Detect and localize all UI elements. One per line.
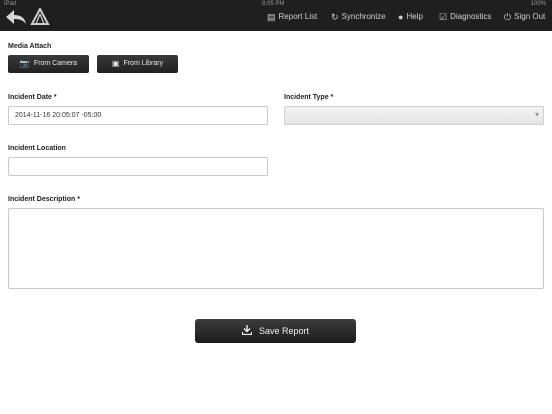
status-bar: iPad 8:05 PM 100% <box>0 0 552 8</box>
from-camera-label: From Camera <box>33 60 78 67</box>
camera-icon: 📷 <box>19 59 30 68</box>
diagnostics-icon: ☑ <box>439 12 448 22</box>
from-camera-button[interactable]: 📷 From Camera <box>8 55 89 73</box>
report-list-icon: ▤ <box>267 12 276 22</box>
save-report-button[interactable]: Save Report <box>195 319 356 343</box>
incident-location-label: Incident Location <box>8 145 66 152</box>
carrier-label: iPad <box>4 1 17 7</box>
incident-date-label: Incident Date * <box>8 94 57 101</box>
nav-help[interactable]: ● Help <box>398 11 423 23</box>
nav-synchronize-label: Synchronize <box>341 12 386 21</box>
back-arrow-icon[interactable] <box>5 9 27 25</box>
nav-help-label: Help <box>406 12 423 21</box>
sign-out-icon: ⏻ <box>504 12 512 22</box>
help-icon: ● <box>398 12 404 22</box>
nav-diagnostics-label: Diagnostics <box>450 12 492 21</box>
incident-description-field[interactable] <box>8 208 544 289</box>
nav-sign-out-label: Sign Out <box>514 12 546 21</box>
incident-description-label: Incident Description * <box>8 196 80 203</box>
image-icon: ▣ <box>111 59 120 68</box>
top-bar: iPad 8:05 PM 100% ▤ Report List ↻ Synchr… <box>0 0 552 31</box>
nav-report-list-label: Report List <box>278 12 318 21</box>
incident-date-field[interactable]: 2014-11-16 20:05:07 -05:00 <box>8 106 268 125</box>
nav-sign-out[interactable]: ⏻ Sign Out <box>504 11 545 23</box>
nav-diagnostics[interactable]: ☑ Diagnostics <box>439 11 491 23</box>
nav-report-list[interactable]: ▤ Report List <box>267 11 317 23</box>
incident-type-select[interactable]: ▾ <box>284 106 544 125</box>
media-attach-label: Media Attach <box>8 43 52 50</box>
nav-synchronize[interactable]: ↻ Synchronize <box>331 11 386 23</box>
save-report-label: Save Report <box>258 326 310 336</box>
incident-location-field[interactable] <box>8 157 268 176</box>
sync-icon: ↻ <box>331 12 339 22</box>
app-logo-icon <box>30 6 50 26</box>
time-label: 8:05 PM <box>262 1 285 7</box>
battery-label: 100% <box>530 1 546 7</box>
chevron-down-icon: ▾ <box>534 110 539 119</box>
from-library-label: From Library <box>123 60 164 67</box>
from-library-button[interactable]: ▣ From Library <box>97 55 178 73</box>
download-icon <box>241 324 253 338</box>
incident-type-label: Incident Type * <box>284 94 334 101</box>
